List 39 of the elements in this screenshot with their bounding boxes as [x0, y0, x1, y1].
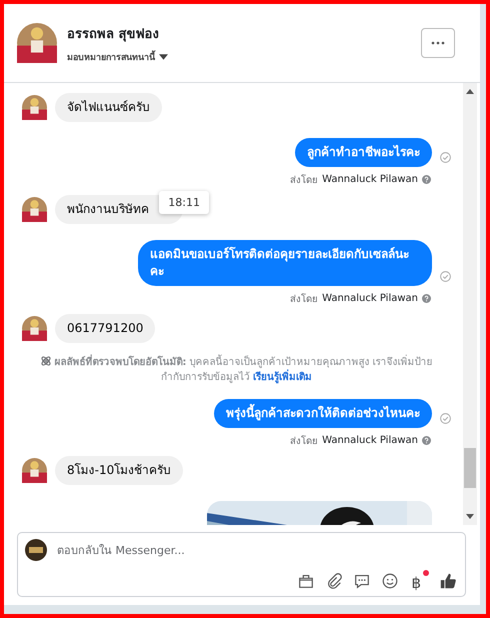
- contact-name[interactable]: อรรถพล สุขฟอง: [67, 22, 159, 44]
- message-bubble: 0617791200: [55, 314, 156, 343]
- sent-by-label: ส่งโดย: [290, 434, 318, 448]
- sender-name: Wannaluck Pilawan: [322, 435, 418, 446]
- avatar-icon: [25, 539, 47, 561]
- scroll-down-icon[interactable]: [466, 514, 474, 519]
- notice-text: ผลลัพธ์ที่ตรวจพบโดยอัตโนมัติ: บุคคลนี้อาจเป็นลูกค้าเป้าหมายคุณภาพสูง เราจึงเพิ่มป้ายกำกับการรับข้อมูลไว้ เรียนรู้เพิ่มเติม: [22, 355, 451, 385]
- thumbs-up-icon[interactable]: [439, 572, 457, 590]
- scrollbar[interactable]: [463, 83, 477, 525]
- smiley-icon[interactable]: [381, 572, 400, 590]
- sender-name: Wannaluck Pilawan: [322, 293, 418, 304]
- sender-name: Wannaluck Pilawan: [322, 174, 418, 185]
- message-bubble: พรุ่งนี้ลูกค้าสะดวกให้ติดต่อช่วงไหนคะ: [214, 399, 432, 428]
- message-bubble: 8โมง-10โมงช้าครับ: [55, 456, 184, 485]
- paperclip-icon[interactable]: [325, 572, 344, 590]
- chat-bubble-icon[interactable]: [353, 572, 372, 590]
- learn-more-link[interactable]: เรียนรู้เพิ่มเติม: [253, 372, 312, 383]
- help-icon[interactable]: [422, 436, 431, 445]
- sent-by-label: ส่งโดย: [290, 173, 318, 187]
- avatar-icon[interactable]: [22, 197, 47, 222]
- atom-icon: [40, 355, 52, 367]
- avatar-icon[interactable]: [17, 23, 57, 63]
- scroll-thumb[interactable]: [464, 448, 476, 488]
- scroll-up-icon[interactable]: [466, 89, 474, 94]
- more-icon[interactable]: [431, 41, 445, 45]
- assign-dropdown[interactable]: มอบหมายการสนทนานี้: [67, 50, 168, 64]
- avatar-icon[interactable]: [22, 458, 47, 483]
- caret-icon[interactable]: [159, 54, 168, 60]
- avatar-icon[interactable]: [22, 316, 47, 341]
- help-icon[interactable]: [422, 294, 431, 303]
- help-icon[interactable]: [422, 175, 431, 184]
- shopping-bag-icon[interactable]: [297, 572, 316, 590]
- message-bubble: จัดไฟแนนซ์ครับ: [55, 93, 162, 122]
- message-bubble: แอดมินขอเบอร์โทรติดต่อคุยรายละเอียดกับเซลล์นะคะ: [138, 240, 432, 286]
- timestamp-tooltip: 18:11: [159, 191, 209, 214]
- currency-button[interactable]: ฿: [409, 570, 429, 592]
- message-bubble: ลูกค้าทำอาชีพอะไรคะ: [295, 138, 432, 167]
- sent-by-label: ส่งโดย: [290, 292, 318, 306]
- avatar-icon[interactable]: [22, 95, 47, 120]
